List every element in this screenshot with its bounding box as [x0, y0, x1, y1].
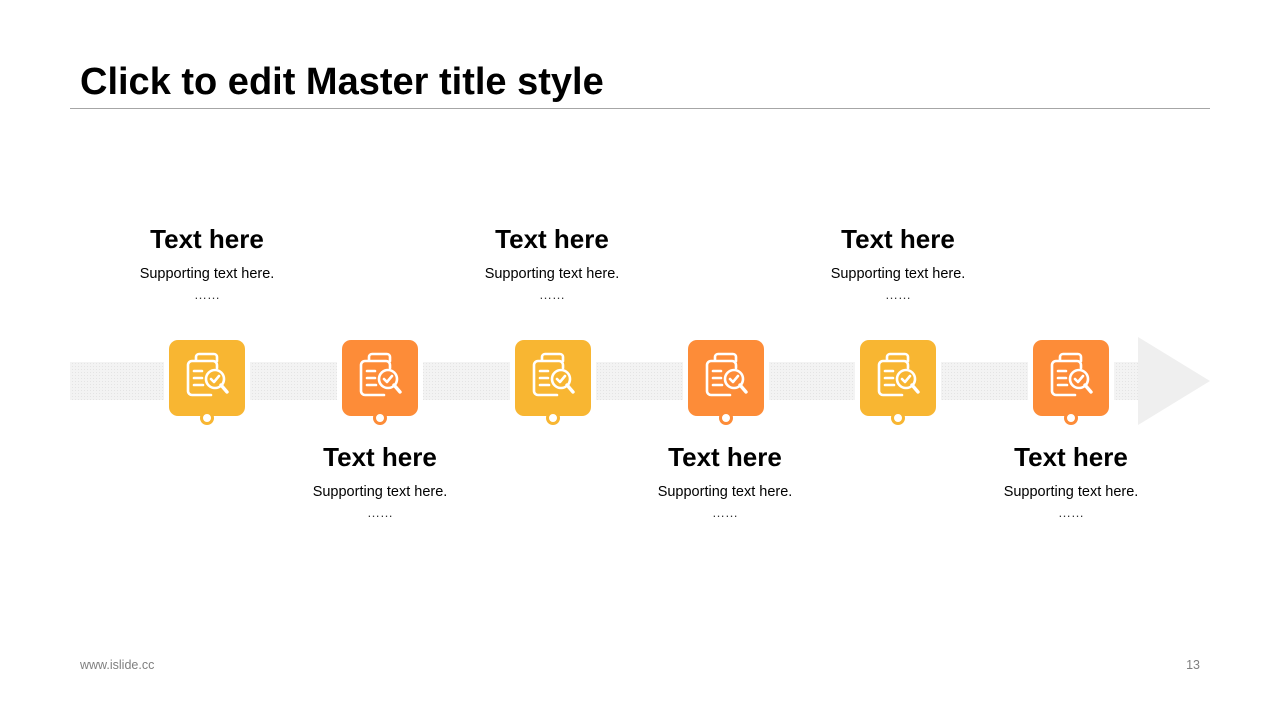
step-1-tile [169, 340, 245, 425]
step-6-tile [1033, 340, 1109, 425]
step-heading[interactable]: Text here [290, 442, 470, 472]
document-search-check-icon [877, 352, 920, 397]
step-supporting-text[interactable]: Supporting text here. [635, 483, 815, 501]
step-2-text: Text here Supporting text here. …… [290, 442, 470, 521]
footer-url: www.islide.cc [80, 658, 155, 672]
step-heading[interactable]: Text here [808, 224, 988, 254]
step-supporting-text[interactable]: Supporting text here. [808, 265, 988, 283]
step-supporting-text[interactable]: Supporting text here. [117, 265, 297, 283]
document-search-check-icon [359, 352, 402, 397]
step-3-text: Text here Supporting text here. …… [462, 224, 642, 303]
document-search-check-icon [1050, 352, 1093, 397]
document-search-check-icon [705, 352, 748, 397]
step-ellipsis: …… [1058, 505, 1084, 520]
step-ellipsis: …… [194, 287, 220, 302]
step-heading[interactable]: Text here [462, 224, 642, 254]
step-supporting-text[interactable]: Supporting text here. [462, 265, 642, 283]
step-ellipsis: …… [367, 505, 393, 520]
step-ellipsis: …… [539, 287, 565, 302]
step-1-text: Text here Supporting text here. …… [117, 224, 297, 303]
document-search-check-icon [186, 352, 229, 397]
step-heading[interactable]: Text here [981, 442, 1161, 472]
timeline-marker [373, 411, 387, 425]
arrow-head [1138, 337, 1210, 425]
slide: Click to edit Master title style Text he… [0, 0, 1280, 720]
timeline-marker [1064, 411, 1078, 425]
step-supporting-text[interactable]: Supporting text here. [981, 483, 1161, 501]
timeline-marker [200, 411, 214, 425]
step-ellipsis: …… [885, 287, 911, 302]
step-supporting-text[interactable]: Supporting text here. [290, 483, 470, 501]
step-5-text: Text here Supporting text here. …… [808, 224, 988, 303]
timeline-marker [546, 411, 560, 425]
step-heading[interactable]: Text here [117, 224, 297, 254]
timeline-marker [891, 411, 905, 425]
step-4-text: Text here Supporting text here. …… [635, 442, 815, 521]
step-3-tile [515, 340, 591, 425]
timeline-marker [719, 411, 733, 425]
step-4-tile [688, 340, 764, 425]
step-2-tile [342, 340, 418, 425]
page-number: 13 [1186, 658, 1200, 672]
step-6-text: Text here Supporting text here. …… [981, 442, 1161, 521]
step-5-tile [860, 340, 936, 425]
document-search-check-icon [532, 352, 575, 397]
step-heading[interactable]: Text here [635, 442, 815, 472]
step-ellipsis: …… [712, 505, 738, 520]
